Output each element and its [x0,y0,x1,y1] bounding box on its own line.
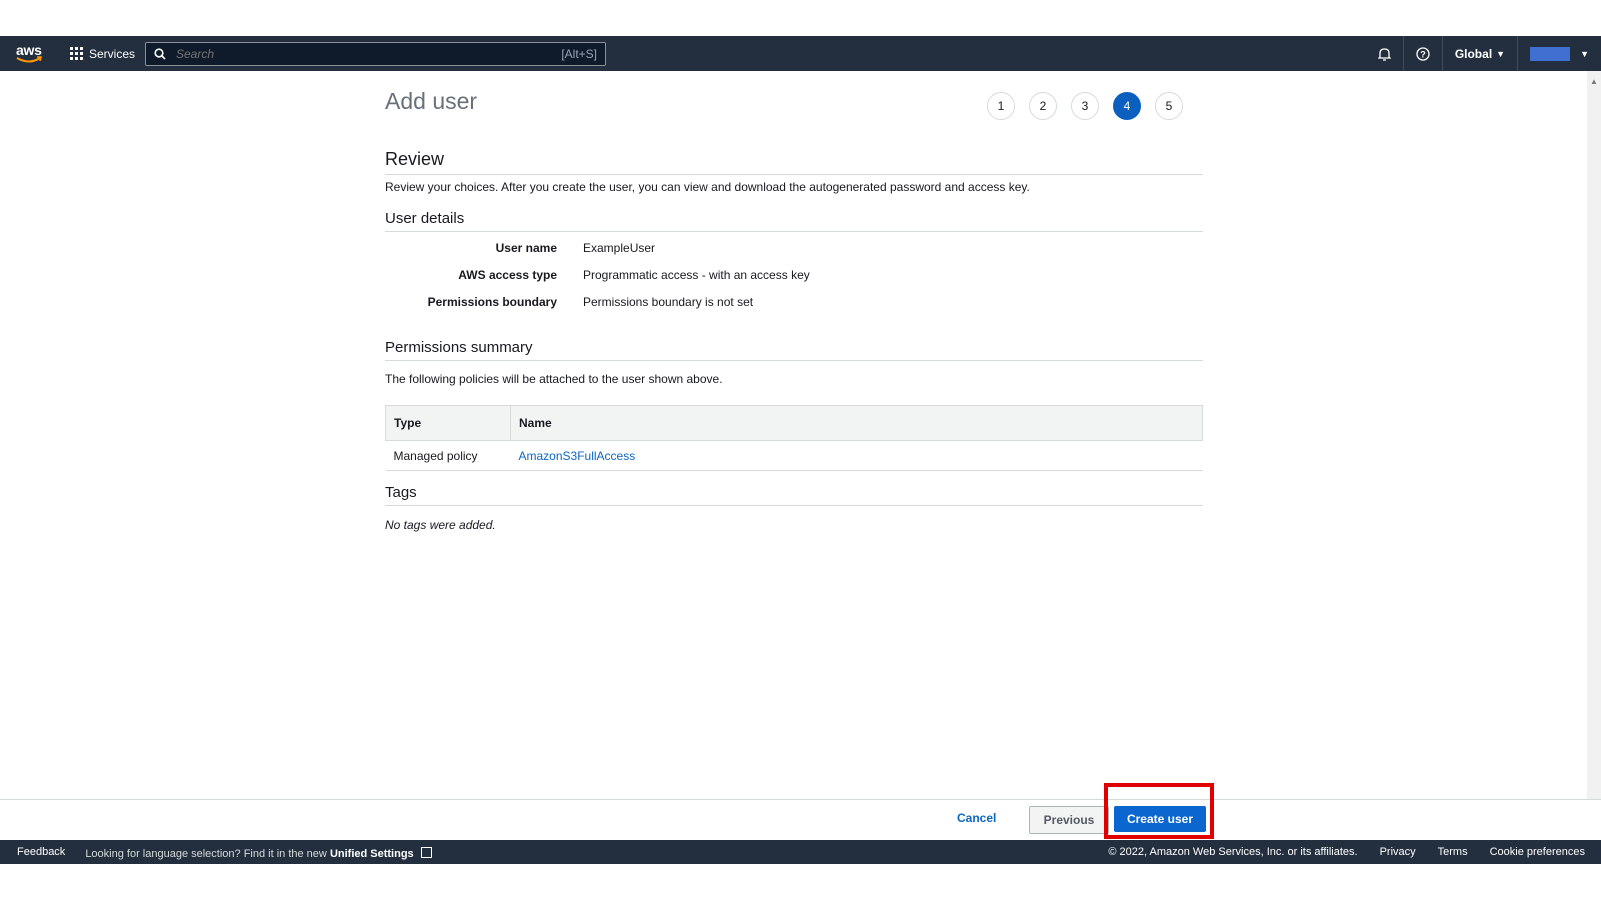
aws-logo[interactable]: aws [16,43,44,65]
review-heading: Review [385,149,1203,175]
account-name-redacted [1530,46,1571,61]
wizard-action-bar: Cancel Previous Create user [0,799,1601,840]
search-icon [154,48,166,60]
services-menu-button[interactable]: Services [70,36,135,71]
highlight-box [1104,783,1214,839]
unified-settings-link[interactable]: Unified Settings [330,848,414,860]
caret-down-icon: ▼ [1580,48,1589,59]
console-footer: Feedback Looking for language selection?… [0,840,1601,864]
services-grid-icon [70,47,83,60]
policy-link[interactable]: AmazonS3FullAccess [519,449,636,463]
column-header-type: Type [385,405,511,441]
wizard-steps: 1 2 3 4 5 [987,92,1183,120]
search-box[interactable]: [Alt+S] [145,42,606,66]
page-scrollbar[interactable]: ▲ [1587,71,1601,813]
step-5[interactable]: 5 [1155,92,1183,120]
page-title: Add user [385,88,478,114]
aws-smile-icon [16,56,42,63]
top-navigation: aws Services [Alt+S] ? [0,36,1601,71]
language-text: Looking for language selection? Find it … [85,848,327,860]
cancel-button[interactable]: Cancel [957,811,996,825]
aws-logo-text: aws [16,42,42,58]
previous-button[interactable]: Previous [1029,806,1109,834]
detail-row-user-name: User name ExampleUser [385,234,1203,261]
detail-value: ExampleUser [583,240,656,255]
detail-label: AWS access type [458,267,557,282]
cookie-preferences-link[interactable]: Cookie preferences [1490,846,1585,858]
scroll-up-arrow-icon[interactable]: ▲ [1590,77,1598,86]
svg-text:?: ? [1420,49,1426,59]
detail-label: User name [495,240,557,255]
feedback-link[interactable]: Feedback [17,846,65,860]
step-3[interactable]: 3 [1071,92,1099,120]
external-link-icon [420,847,432,858]
region-selector[interactable]: Global ▼ [1441,36,1517,71]
step-4-current[interactable]: 4 [1113,92,1141,120]
search-shortcut-hint: [Alt+S] [561,47,597,61]
user-details-heading: User details [385,210,1203,232]
language-notice: Looking for language selection? Find it … [85,846,432,860]
review-description: Review your choices. After you create th… [385,180,1030,194]
privacy-link[interactable]: Privacy [1380,846,1416,858]
bell-icon [1377,47,1391,61]
tags-heading: Tags [385,484,1203,506]
table-row: Managed policy AmazonS3FullAccess [385,440,1203,471]
detail-row-permissions-boundary: Permissions boundary Permissions boundar… [385,288,1203,315]
search-input[interactable] [174,46,548,62]
services-label: Services [89,46,136,61]
table-header-row: Type Name [385,405,1203,441]
policy-type-cell: Managed policy [385,440,511,471]
region-label: Global [1454,46,1493,61]
footer-left: Feedback Looking for language selection?… [17,846,432,860]
detail-label: Permissions boundary [427,294,557,309]
help-button[interactable]: ? [1402,36,1442,71]
permissions-description: The following policies will be attached … [385,372,723,386]
user-details-list: User name ExampleUser AWS access type Pr… [385,234,1203,315]
no-tags-text: No tags were added. [385,518,496,532]
permissions-table: Type Name Managed policy AmazonS3FullAcc… [385,405,1203,471]
detail-value: Programmatic access - with an access key [583,267,810,282]
detail-value: Permissions boundary is not set [583,294,754,309]
account-menu[interactable]: ▼ [1517,36,1601,71]
step-2[interactable]: 2 [1029,92,1057,120]
help-icon: ? [1416,46,1430,61]
column-header-name: Name [510,405,1203,441]
top-right-controls: ? Global ▼ ▼ [1366,36,1601,71]
notifications-button[interactable] [1366,36,1403,71]
terms-link[interactable]: Terms [1438,846,1468,858]
detail-row-access-type: AWS access type Programmatic access - wi… [385,261,1203,288]
caret-down-icon: ▼ [1496,48,1506,59]
policy-name-cell: AmazonS3FullAccess [510,440,1203,471]
permissions-summary-heading: Permissions summary [385,339,1203,361]
footer-right: © 2022, Amazon Web Services, Inc. or its… [1108,846,1585,858]
step-1[interactable]: 1 [987,92,1015,120]
copyright-text: © 2022, Amazon Web Services, Inc. or its… [1108,846,1358,858]
